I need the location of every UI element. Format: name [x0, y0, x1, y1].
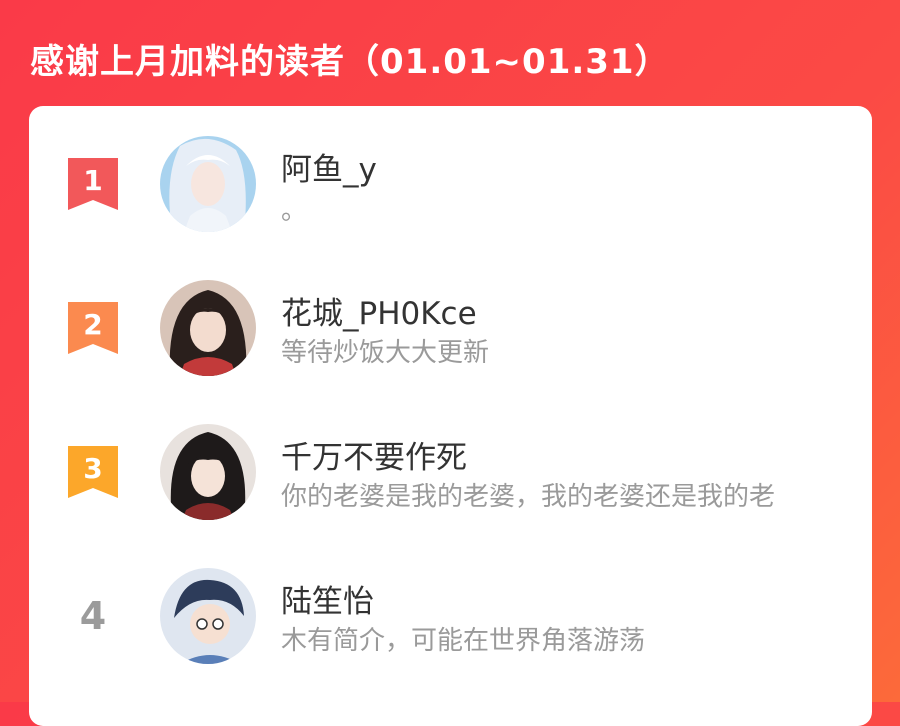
reader-list-card: 1 阿鱼_y 。 2 花城_PH0Kce 等待炒饭大大更新 3 千万不要作死 你… [29, 106, 872, 726]
list-item[interactable]: 4 陆笙怡 木有简介，可能在世界角落游荡 [29, 568, 872, 668]
rank-number: 4 [79, 594, 107, 638]
avatar[interactable] [160, 136, 256, 232]
reader-desc: 你的老婆是我的老婆，我的老婆还是我的老 [281, 482, 776, 512]
reader-desc: 。 [281, 196, 308, 226]
reader-desc: 木有简介，可能在世界角落游荡 [281, 626, 646, 656]
rank-badge-icon: 2 [68, 302, 118, 354]
avatar[interactable] [160, 280, 256, 376]
avatar[interactable] [160, 568, 256, 664]
rank-number: 3 [83, 452, 102, 485]
rank-badge-icon: 1 [68, 158, 118, 210]
reader-name: 阿鱼_y [281, 152, 377, 188]
reader-name: 陆笙怡 [281, 584, 374, 620]
page-title: 感谢上月加料的读者（01.01~01.31） [30, 42, 670, 82]
list-item[interactable]: 3 千万不要作死 你的老婆是我的老婆，我的老婆还是我的老 [29, 424, 872, 524]
reader-name: 花城_PH0Kce [281, 296, 477, 332]
list-item[interactable]: 2 花城_PH0Kce 等待炒饭大大更新 [29, 280, 872, 380]
rank-number: 1 [83, 164, 102, 197]
rank-badge-icon: 3 [68, 446, 118, 498]
list-item[interactable]: 1 阿鱼_y 。 [29, 136, 872, 236]
reader-desc: 等待炒饭大大更新 [281, 338, 490, 368]
reader-name: 千万不要作死 [281, 440, 467, 476]
avatar[interactable] [160, 424, 256, 520]
rank-number: 2 [83, 308, 102, 341]
